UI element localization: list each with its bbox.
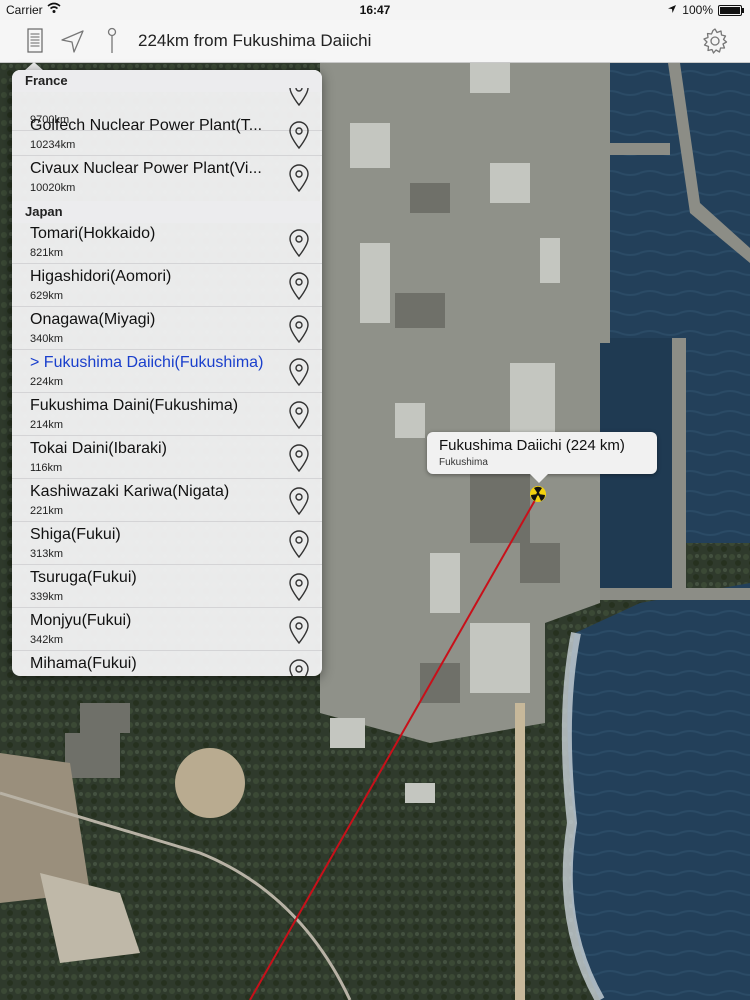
gear-icon[interactable] xyxy=(700,26,730,56)
plant-name: Civaux Nuclear Power Plant(Vi... xyxy=(30,160,262,177)
list-item[interactable]: Tokai Daini(Ibaraki) 116km xyxy=(12,436,322,479)
toolbar: 224km from Fukushima Daiichi xyxy=(0,20,750,63)
map-pin-icon[interactable] xyxy=(288,121,310,150)
toolbar-title: 224km from Fukushima Daiichi xyxy=(138,31,372,50)
callout-title: Fukushima Daiichi (224 km) xyxy=(439,437,625,454)
map-callout[interactable]: Fukushima Daiichi (224 km) Fukushima xyxy=(427,432,657,483)
map-pin-icon[interactable] xyxy=(288,530,310,559)
plant-name: Kashiwazaki Kariwa(Nigata) xyxy=(30,483,230,500)
plant-name: Tomari(Hokkaido) xyxy=(30,225,156,242)
location-arrow-icon[interactable] xyxy=(58,26,88,56)
plant-name: Shiga(Fukui) xyxy=(30,526,121,543)
map-pin-icon[interactable] xyxy=(288,659,310,676)
list-item[interactable]: Golfech Nuclear Power Plant(T... 10234km xyxy=(12,113,322,156)
plant-name: Tsuruga(Fukui) xyxy=(30,569,137,586)
status-bar: Carrier 16:47 100% xyxy=(0,0,750,20)
map-pin-icon[interactable] xyxy=(288,272,310,301)
plant-distance: 821km xyxy=(30,247,64,259)
plant-name: > Fukushima Daiichi(Fukushima) xyxy=(30,354,264,371)
map-pin-icon[interactable] xyxy=(288,444,310,473)
battery-percent: 100% xyxy=(682,3,713,17)
list-item[interactable]: Fukushima Daini(Fukushima) 214km xyxy=(12,393,322,436)
plant-distance: 313km xyxy=(30,548,64,560)
plant-name: Onagawa(Miyagi) xyxy=(30,311,156,328)
map-pin-icon[interactable] xyxy=(288,358,310,387)
location-services-icon xyxy=(667,3,677,17)
map-pin-icon[interactable] xyxy=(288,88,310,106)
plant-distance: 10020km xyxy=(30,182,76,194)
plant-list-popover: France 9700km Golfech Nuclear Power Plan… xyxy=(12,70,322,676)
list-item[interactable]: Onagawa(Miyagi) 340km xyxy=(12,307,322,350)
plant-distance: 221km xyxy=(30,505,64,517)
plant-distance: 10234km xyxy=(30,139,76,151)
map-pin-icon[interactable] xyxy=(288,401,310,430)
plant-distance: 339km xyxy=(30,591,64,603)
plant-name: Monjyu(Fukui) xyxy=(30,612,132,629)
list-item[interactable]: Tomari(Hokkaido) 821km xyxy=(12,221,322,264)
plant-distance: 629km xyxy=(30,290,64,302)
callout-subtitle: Fukushima xyxy=(439,457,488,468)
radiation-icon[interactable] xyxy=(530,486,546,502)
battery-icon xyxy=(718,4,744,16)
plant-distance: 224km xyxy=(30,376,64,388)
list-item[interactable]: Higashidori(Aomori) 629km xyxy=(12,264,322,307)
section-header-japan: Japan xyxy=(12,201,322,223)
map-pin-icon[interactable] xyxy=(288,229,310,258)
map-pin-icon[interactable] xyxy=(288,573,310,602)
map-pin-icon[interactable] xyxy=(288,616,310,645)
list-icon[interactable] xyxy=(20,26,50,56)
plant-distance: 116km xyxy=(30,462,63,474)
list-item[interactable]: Kashiwazaki Kariwa(Nigata) 221km xyxy=(12,479,322,522)
plant-distance: 340km xyxy=(30,333,64,345)
list-item[interactable]: Monjyu(Fukui) 342km xyxy=(12,608,322,651)
pin-icon[interactable] xyxy=(97,26,127,56)
list-item[interactable]: Tsuruga(Fukui) 339km xyxy=(12,565,322,608)
list-item-selected[interactable]: > Fukushima Daiichi(Fukushima) 224km xyxy=(12,350,322,393)
plant-name: Golfech Nuclear Power Plant(T... xyxy=(30,117,263,134)
map-pin-icon[interactable] xyxy=(288,315,310,344)
list-item[interactable]: Mihama(Fukui) xyxy=(12,651,322,676)
list-item[interactable]: Shiga(Fukui) 313km xyxy=(12,522,322,565)
map-pin-icon[interactable] xyxy=(288,164,310,193)
plant-name: Higashidori(Aomori) xyxy=(30,268,172,285)
list-item[interactable]: Civaux Nuclear Power Plant(Vi... 10020km xyxy=(12,156,322,199)
plant-name: Fukushima Daini(Fukushima) xyxy=(30,397,239,414)
map-pin-icon[interactable] xyxy=(288,487,310,516)
plant-distance: 342km xyxy=(30,634,64,646)
plant-name: Mihama(Fukui) xyxy=(30,655,137,672)
plant-distance: 214km xyxy=(30,419,64,431)
plant-name: Tokai Daini(Ibaraki) xyxy=(30,440,167,457)
clock: 16:47 xyxy=(359,3,391,17)
